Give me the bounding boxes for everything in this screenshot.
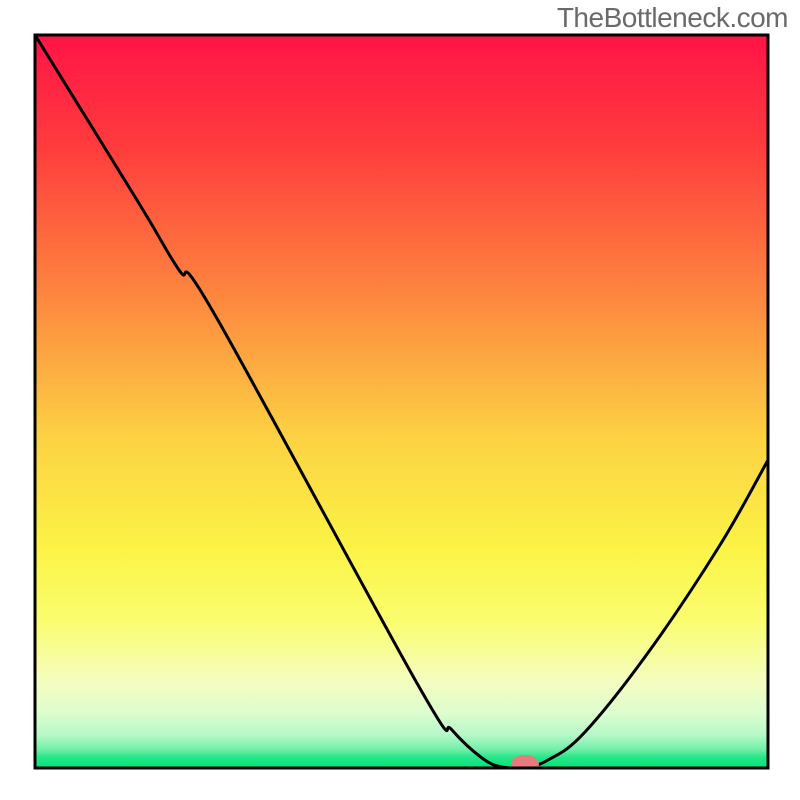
optimum-marker	[511, 755, 539, 773]
bottleneck-chart: TheBottleneck.com	[0, 0, 800, 800]
watermark-text: TheBottleneck.com	[557, 2, 788, 34]
chart-svg	[0, 0, 800, 800]
